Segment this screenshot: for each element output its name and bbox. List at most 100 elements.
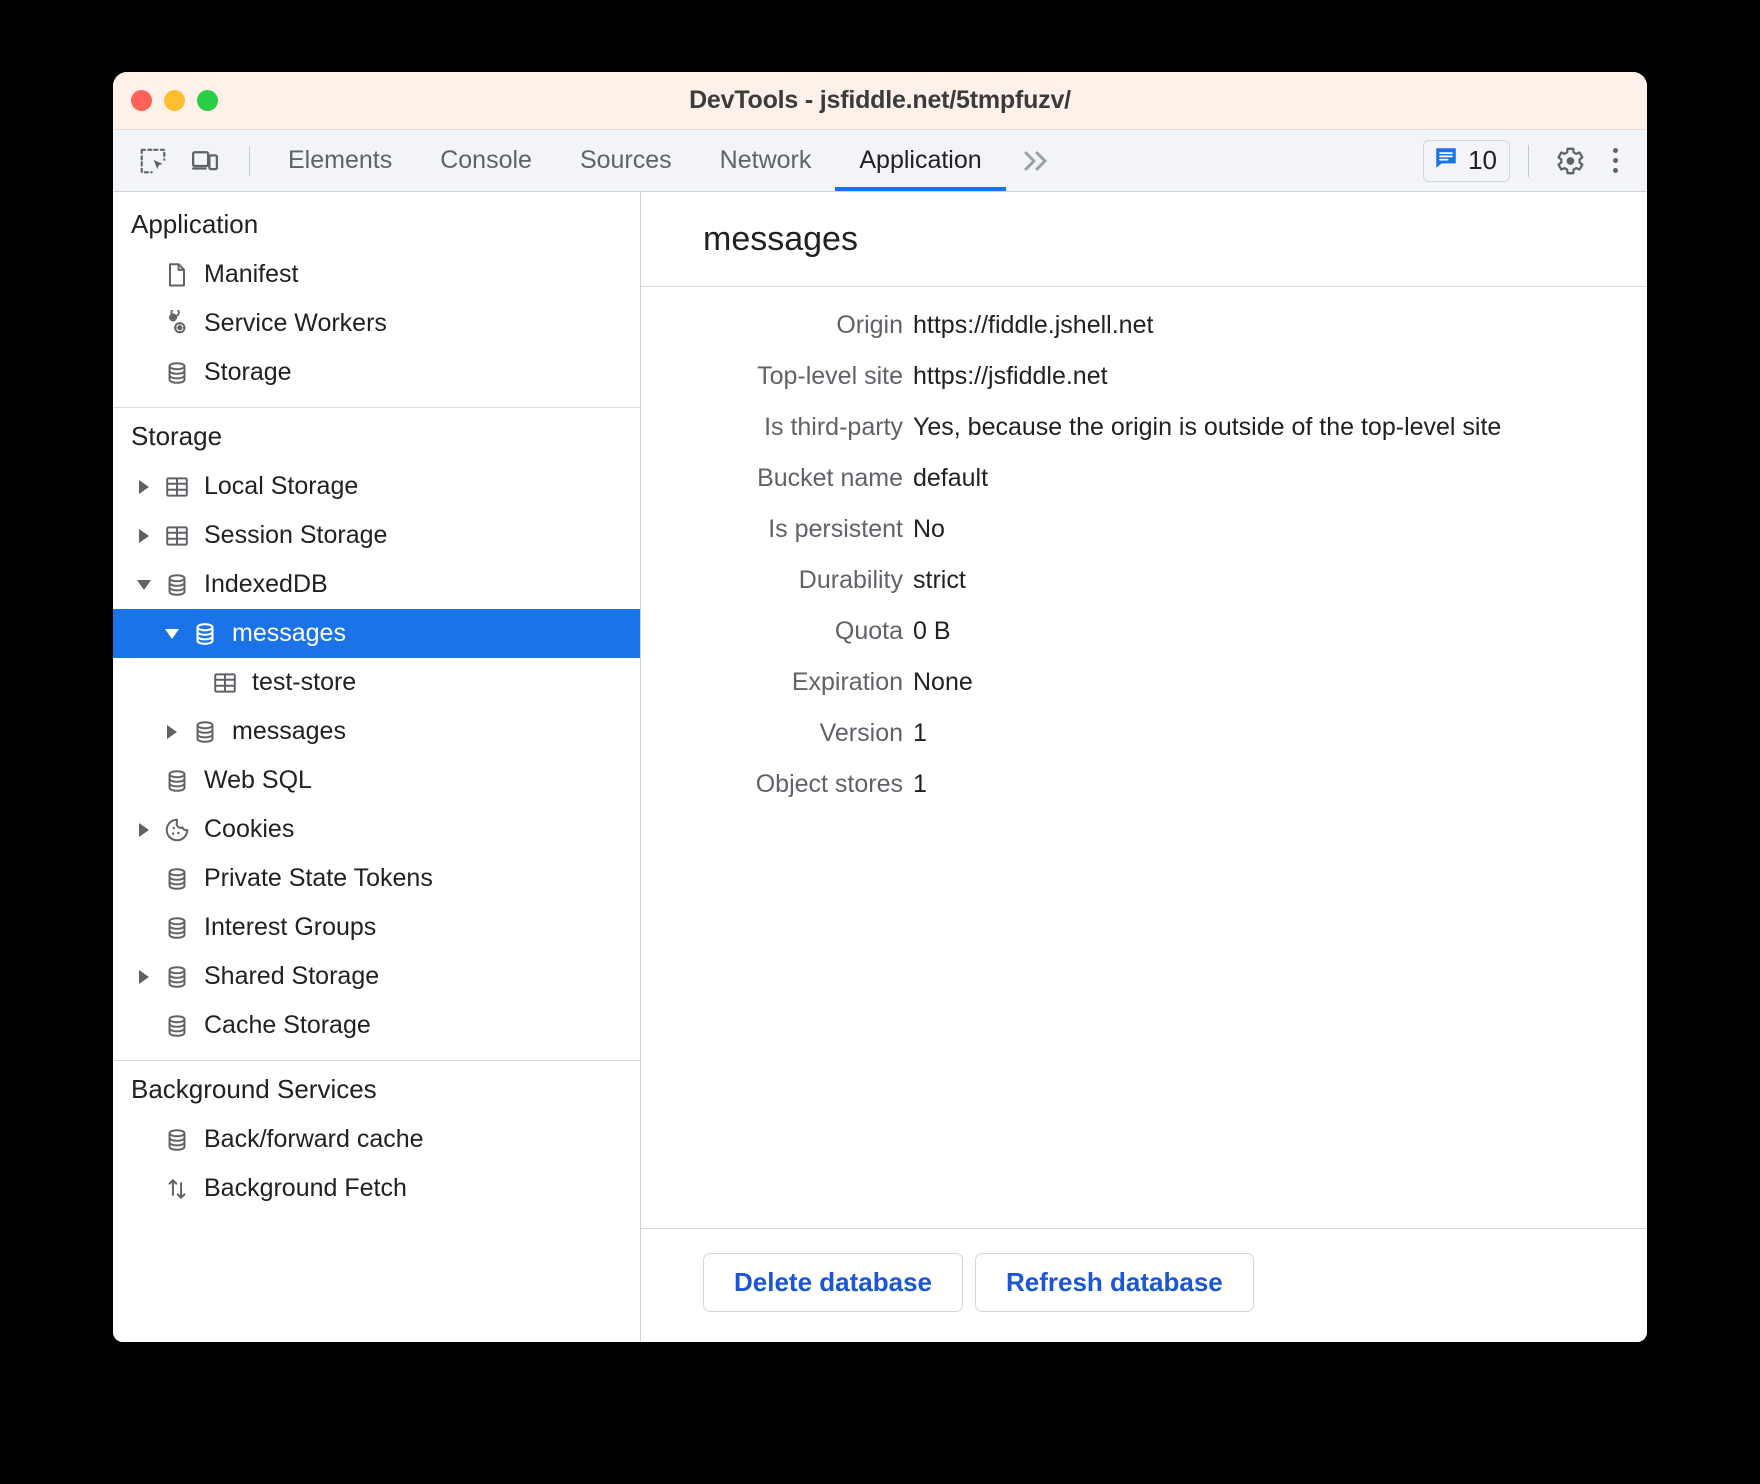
database-icon (157, 1012, 197, 1040)
property-key: Is third-party (641, 413, 913, 442)
database-icon (157, 914, 197, 942)
table-icon (205, 669, 245, 697)
sidebar-item-test-store[interactable]: test-store (113, 658, 640, 707)
tab-console[interactable]: Console (416, 130, 556, 191)
sidebar-item-indexeddb[interactable]: IndexedDB (113, 560, 640, 609)
sidebar-item-manifest[interactable]: Manifest (113, 250, 640, 299)
property-row-version: Version 1 (641, 719, 1647, 748)
detail-header: messages (641, 192, 1647, 287)
gears-icon (157, 310, 197, 338)
expand-arrow-icon[interactable] (131, 823, 157, 837)
database-icon (157, 359, 197, 387)
property-row-bucket-name: Bucket name default (641, 464, 1647, 493)
device-toolbar-icon[interactable] (183, 139, 227, 183)
property-row-top-level-site: Top-level site https://jsfiddle.net (641, 362, 1647, 391)
sidebar-item-label: Session Storage (204, 521, 387, 550)
property-key: Object stores (641, 770, 913, 799)
sidebar-item-label: Private State Tokens (204, 864, 433, 893)
property-key: Expiration (641, 668, 913, 697)
sidebar-item-label: Cache Storage (204, 1011, 371, 1040)
property-key: Is persistent (641, 515, 913, 544)
tab-elements[interactable]: Elements (264, 130, 416, 191)
property-row-durability: Durability strict (641, 566, 1647, 595)
database-icon (157, 1126, 197, 1154)
property-value: None (913, 668, 973, 697)
sidebar-item-session-storage[interactable]: Session Storage (113, 511, 640, 560)
collapse-arrow-icon[interactable] (131, 580, 157, 590)
arrows-updown-icon (157, 1175, 197, 1203)
property-row-origin: Origin https://fiddle.jshell.net (641, 311, 1647, 340)
expand-arrow-icon[interactable] (159, 725, 185, 739)
expand-arrow-icon[interactable] (131, 970, 157, 984)
database-icon (157, 963, 197, 991)
sidebar-item-label: Interest Groups (204, 913, 376, 942)
sidebar-item-interest-groups[interactable]: Interest Groups (113, 903, 640, 952)
property-value: No (913, 515, 945, 544)
kebab-menu-icon[interactable] (1595, 139, 1635, 183)
sidebar-item-cache-storage[interactable]: Cache Storage (113, 1001, 640, 1050)
property-key: Top-level site (641, 362, 913, 391)
sidebar-item-service-workers[interactable]: Service Workers (113, 299, 640, 348)
sidebar-item-label: IndexedDB (204, 570, 328, 599)
toolbar-divider-right (1528, 145, 1529, 177)
property-value: https://jsfiddle.net (913, 362, 1108, 391)
panel-tabs: Elements Console Sources Network Applica… (264, 130, 1006, 191)
property-value: strict (913, 566, 966, 595)
sidebar-group-background-services: Background Services (113, 1060, 640, 1223)
screenshot-root: DevTools - jsfiddle.net/5tmpfuzv/ (0, 0, 1760, 1484)
more-tabs-icon[interactable] (1006, 130, 1070, 191)
inspect-element-icon[interactable] (131, 139, 175, 183)
sidebar-item-shared-storage[interactable]: Shared Storage (113, 952, 640, 1001)
expand-arrow-icon[interactable] (131, 529, 157, 543)
detail-action-bar: Delete database Refresh database (641, 1228, 1647, 1342)
sidebar-group-title: Application (113, 196, 640, 250)
messages-badge[interactable]: 10 (1423, 140, 1510, 182)
toolbar-divider (249, 146, 250, 176)
sidebar-item-storage[interactable]: Storage (113, 348, 640, 397)
sidebar-item-web-sql[interactable]: Web SQL (113, 756, 640, 805)
database-icon (157, 865, 197, 893)
gear-icon[interactable] (1547, 139, 1591, 183)
property-row-quota: Quota 0 B (641, 617, 1647, 646)
devtools-window: DevTools - jsfiddle.net/5tmpfuzv/ (113, 72, 1647, 1342)
page-title: messages (703, 220, 858, 259)
sidebar-item-label: Storage (204, 358, 292, 387)
application-sidebar[interactable]: Application Manifest (113, 192, 641, 1342)
delete-database-button[interactable]: Delete database (703, 1253, 963, 1312)
sidebar-item-private-state-tokens[interactable]: Private State Tokens (113, 854, 640, 903)
expand-arrow-icon[interactable] (131, 480, 157, 494)
message-bubble-icon (1433, 145, 1459, 176)
sidebar-item-messages-database-2[interactable]: messages (113, 707, 640, 756)
property-value: Yes, because the origin is outside of th… (913, 413, 1501, 442)
tab-network[interactable]: Network (696, 130, 836, 191)
sidebar-item-cookies[interactable]: Cookies (113, 805, 640, 854)
document-icon (157, 261, 197, 289)
toolbar-left-icons (131, 130, 264, 191)
sidebar-item-label: Back/forward cache (204, 1125, 424, 1154)
sidebar-item-label: Cookies (204, 815, 294, 844)
property-value: default (913, 464, 988, 493)
sidebar-item-label: Service Workers (204, 309, 387, 338)
window-titlebar: DevTools - jsfiddle.net/5tmpfuzv/ (113, 72, 1647, 130)
sidebar-item-label: Manifest (204, 260, 298, 289)
sidebar-group-title: Background Services (113, 1061, 640, 1115)
database-icon (185, 718, 225, 746)
property-value: https://fiddle.jshell.net (913, 311, 1153, 340)
sidebar-item-background-fetch[interactable]: Background Fetch (113, 1164, 640, 1213)
tab-sources[interactable]: Sources (556, 130, 696, 191)
property-value: 1 (913, 719, 927, 748)
property-key: Version (641, 719, 913, 748)
cookie-icon (157, 816, 197, 844)
sidebar-item-messages-database[interactable]: messages (113, 609, 640, 658)
sidebar-item-label: test-store (252, 668, 356, 697)
database-icon (185, 620, 225, 648)
tab-application[interactable]: Application (835, 130, 1005, 191)
sidebar-item-local-storage[interactable]: Local Storage (113, 462, 640, 511)
sidebar-item-label: Background Fetch (204, 1174, 407, 1203)
sidebar-item-back-forward-cache[interactable]: Back/forward cache (113, 1115, 640, 1164)
refresh-database-button[interactable]: Refresh database (975, 1253, 1254, 1312)
property-row-object-stores: Object stores 1 (641, 770, 1647, 799)
sidebar-group-title: Storage (113, 408, 640, 462)
collapse-arrow-icon[interactable] (159, 629, 185, 639)
property-key: Durability (641, 566, 913, 595)
